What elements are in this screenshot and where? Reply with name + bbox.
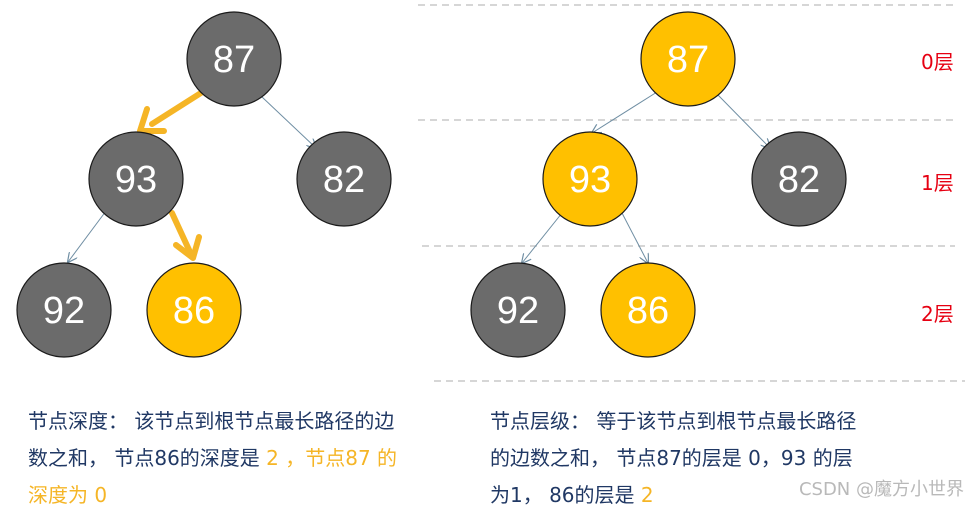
watermark: CSDN @魔方小世界 (798, 479, 964, 500)
right-node-82-label: 82 (778, 159, 820, 201)
layer-label-1: 1层 (921, 171, 954, 195)
edge-r-87-82 (717, 94, 770, 148)
edge-r-93-92 (522, 212, 563, 263)
depth-arrow-93-86 (169, 210, 202, 261)
depth-caption: 节点深度： 该节点到根节点最长路径的边数之和， 节点86的深度是 2 ，节点87… (28, 403, 408, 514)
left-node-86: 86 (146, 262, 242, 358)
left-node-86-label: 86 (173, 290, 215, 332)
right-node-87-label: 87 (667, 39, 709, 81)
edge-87-82 (261, 96, 316, 148)
right-node-92-label: 92 (497, 290, 539, 332)
right-tree-nodes: 87 93 82 92 86 (470, 11, 847, 358)
layer-label-0: 0层 (921, 50, 954, 74)
layer-label-2: 2层 (921, 302, 954, 326)
left-tree-nodes: 87 93 82 92 86 (16, 11, 392, 358)
left-node-87-label: 87 (213, 39, 255, 81)
left-node-93: 93 (88, 131, 184, 227)
left-node-82-label: 82 (323, 159, 365, 201)
right-node-86-label: 86 (627, 290, 669, 332)
left-node-93-label: 93 (115, 159, 157, 201)
layer-labels: 0层 1层 2层 (921, 50, 954, 326)
edge-93-92 (68, 210, 107, 262)
right-node-86: 86 (600, 262, 696, 358)
right-node-92: 92 (470, 262, 566, 358)
right-node-93: 93 (542, 131, 638, 227)
edge-r-87-93 (592, 91, 658, 133)
left-node-87: 87 (186, 11, 282, 107)
depth-arrow-87-93 (137, 88, 207, 134)
right-node-82: 82 (751, 131, 847, 227)
right-node-87: 87 (640, 11, 736, 107)
left-node-82: 82 (296, 131, 392, 227)
level-caption-highlight: 2 (640, 483, 654, 507)
left-node-92-label: 92 (43, 290, 85, 332)
edge-r-93-86 (621, 212, 648, 263)
right-node-93-label: 93 (569, 159, 611, 201)
left-node-92: 92 (16, 262, 112, 358)
